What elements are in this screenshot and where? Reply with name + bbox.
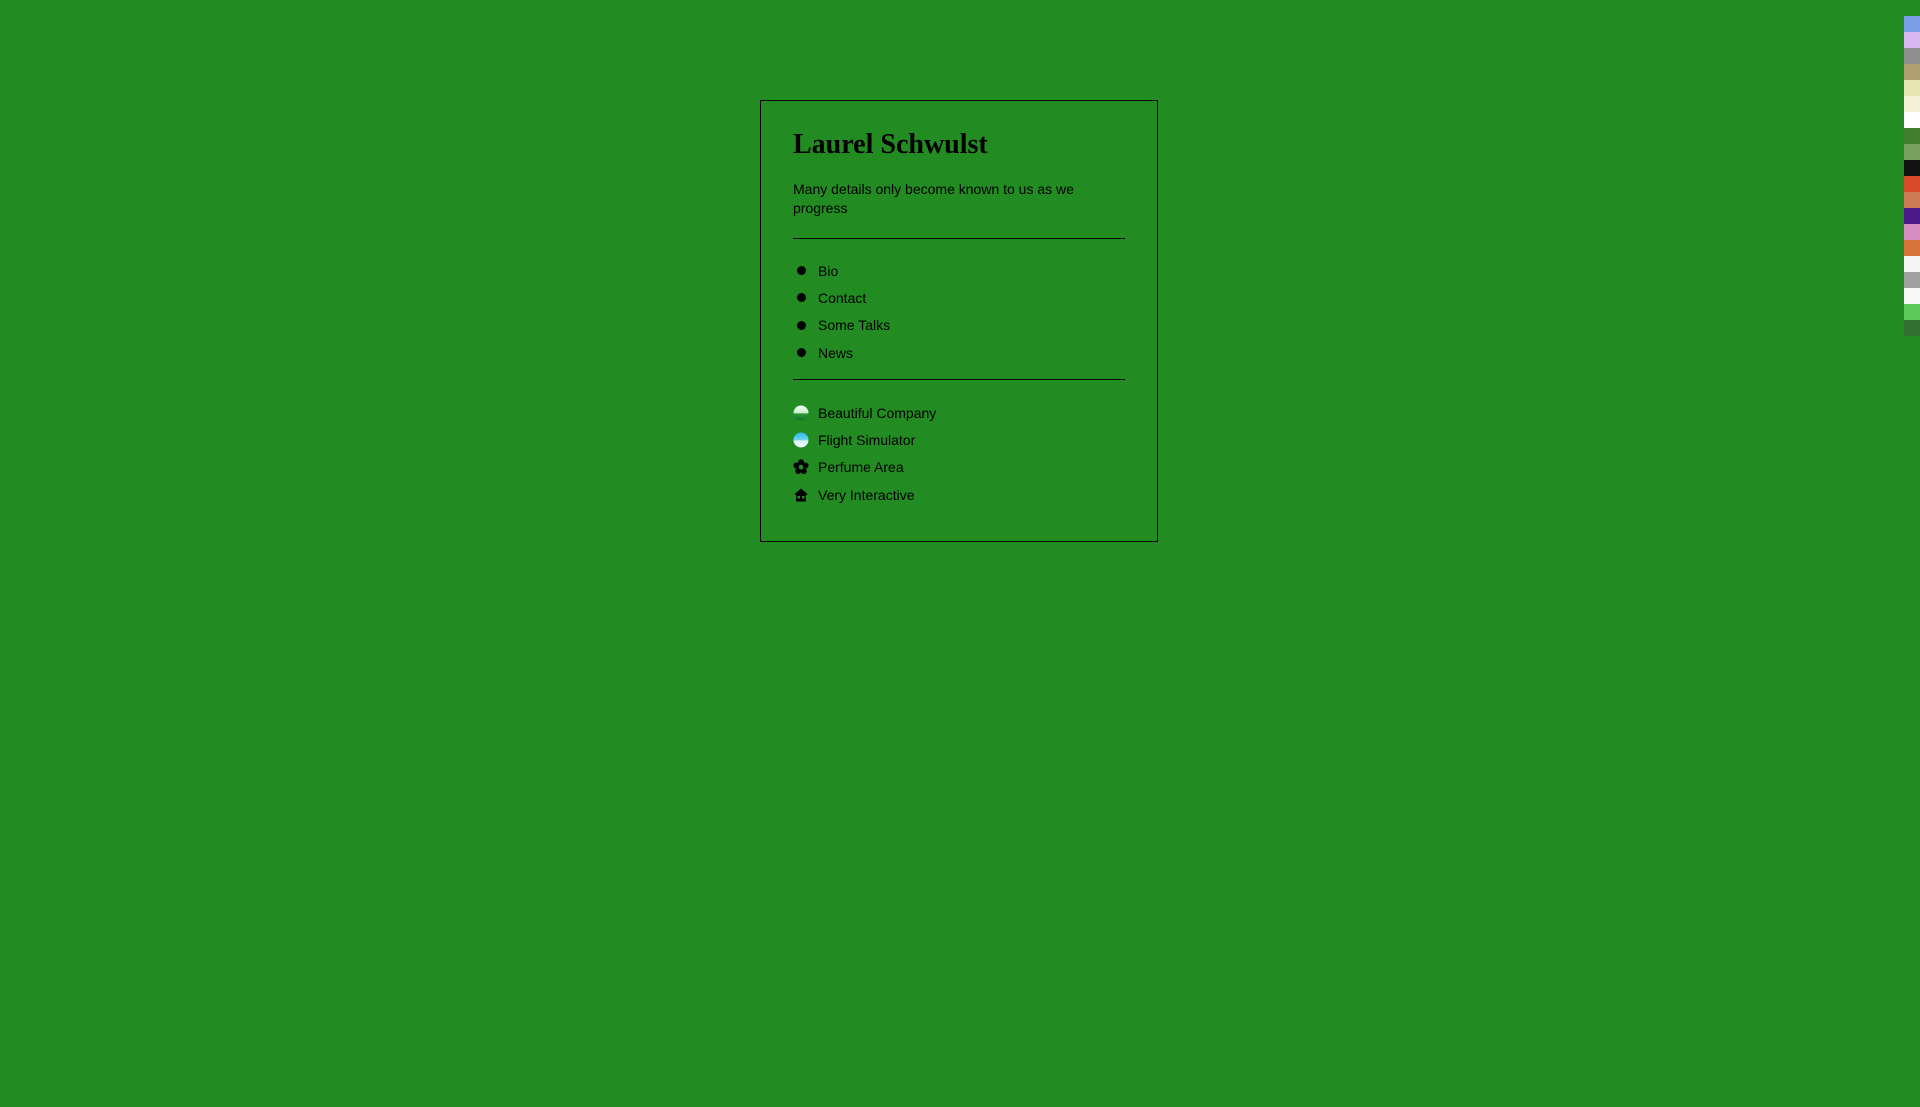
project-item-beautiful-company: Beautiful Company [793, 399, 1125, 426]
nav-link-news[interactable]: News [818, 345, 853, 361]
thumbnail-swatch[interactable] [1904, 176, 1920, 192]
divider [793, 238, 1125, 239]
bullet-icon [797, 348, 806, 358]
project-link-perfume-area[interactable]: Perfume Area [818, 459, 904, 475]
thumbnail-swatch[interactable] [1904, 208, 1920, 224]
thumbnail-swatch[interactable] [1904, 112, 1920, 128]
tagline: Many details only become known to us as … [793, 181, 1074, 216]
thumbnail-swatch[interactable] [1904, 320, 1920, 336]
bullet-icon [797, 293, 806, 303]
projects-list: Beautiful Company Flight Simulator Perfu… [793, 399, 1125, 508]
project-link-flight-simulator[interactable]: Flight Simulator [818, 432, 915, 448]
thumbnail-swatch[interactable] [1904, 304, 1920, 320]
green-sphere-icon [793, 405, 809, 421]
thumbnail-swatch[interactable] [1904, 16, 1920, 32]
project-item-perfume-area: Perfume Area [793, 454, 1125, 481]
thumbnail-swatch[interactable] [1904, 240, 1920, 256]
flower-icon [793, 459, 809, 475]
nav-link-some-talks[interactable]: Some Talks [818, 317, 890, 333]
bullet-icon [797, 266, 806, 276]
nav-item-bio: Bio [793, 257, 1125, 284]
nav-item-some-talks: Some Talks [793, 312, 1125, 339]
thumbnail-swatch[interactable] [1904, 144, 1920, 160]
thumbnail-swatch[interactable] [1904, 288, 1920, 304]
thumbnail-swatch[interactable] [1904, 80, 1920, 96]
thumbnail-swatch[interactable] [1904, 32, 1920, 48]
profile-card: Laurel Schwulst Many details only become… [760, 100, 1158, 542]
page-title: Laurel Schwulst [793, 129, 988, 160]
thumbnail-swatch[interactable] [1904, 64, 1920, 80]
nav-list: Bio Contact Some Talks News [793, 257, 1125, 366]
project-link-very-interactive[interactable]: Very Interactive [818, 487, 915, 503]
project-item-very-interactive: Very Interactive [793, 481, 1125, 508]
thumbnail-swatch[interactable] [1904, 272, 1920, 288]
side-thumbnail-strip [1904, 16, 1920, 336]
bullet-icon [797, 320, 806, 330]
thumbnail-swatch[interactable] [1904, 128, 1920, 144]
project-item-flight-simulator: Flight Simulator [793, 426, 1125, 453]
nav-link-contact[interactable]: Contact [818, 290, 866, 306]
house-icon [793, 487, 809, 503]
thumbnail-swatch[interactable] [1904, 160, 1920, 176]
divider [793, 379, 1125, 381]
thumbnail-swatch[interactable] [1904, 256, 1920, 272]
nav-link-bio[interactable]: Bio [818, 263, 838, 279]
thumbnail-swatch[interactable] [1904, 96, 1920, 112]
blue-sphere-icon [793, 432, 809, 448]
nav-item-contact: Contact [793, 284, 1125, 311]
nav-item-news: News [793, 339, 1125, 366]
thumbnail-swatch[interactable] [1904, 48, 1920, 64]
thumbnail-swatch[interactable] [1904, 192, 1920, 208]
project-link-beautiful-company[interactable]: Beautiful Company [818, 405, 936, 421]
thumbnail-swatch[interactable] [1904, 224, 1920, 240]
